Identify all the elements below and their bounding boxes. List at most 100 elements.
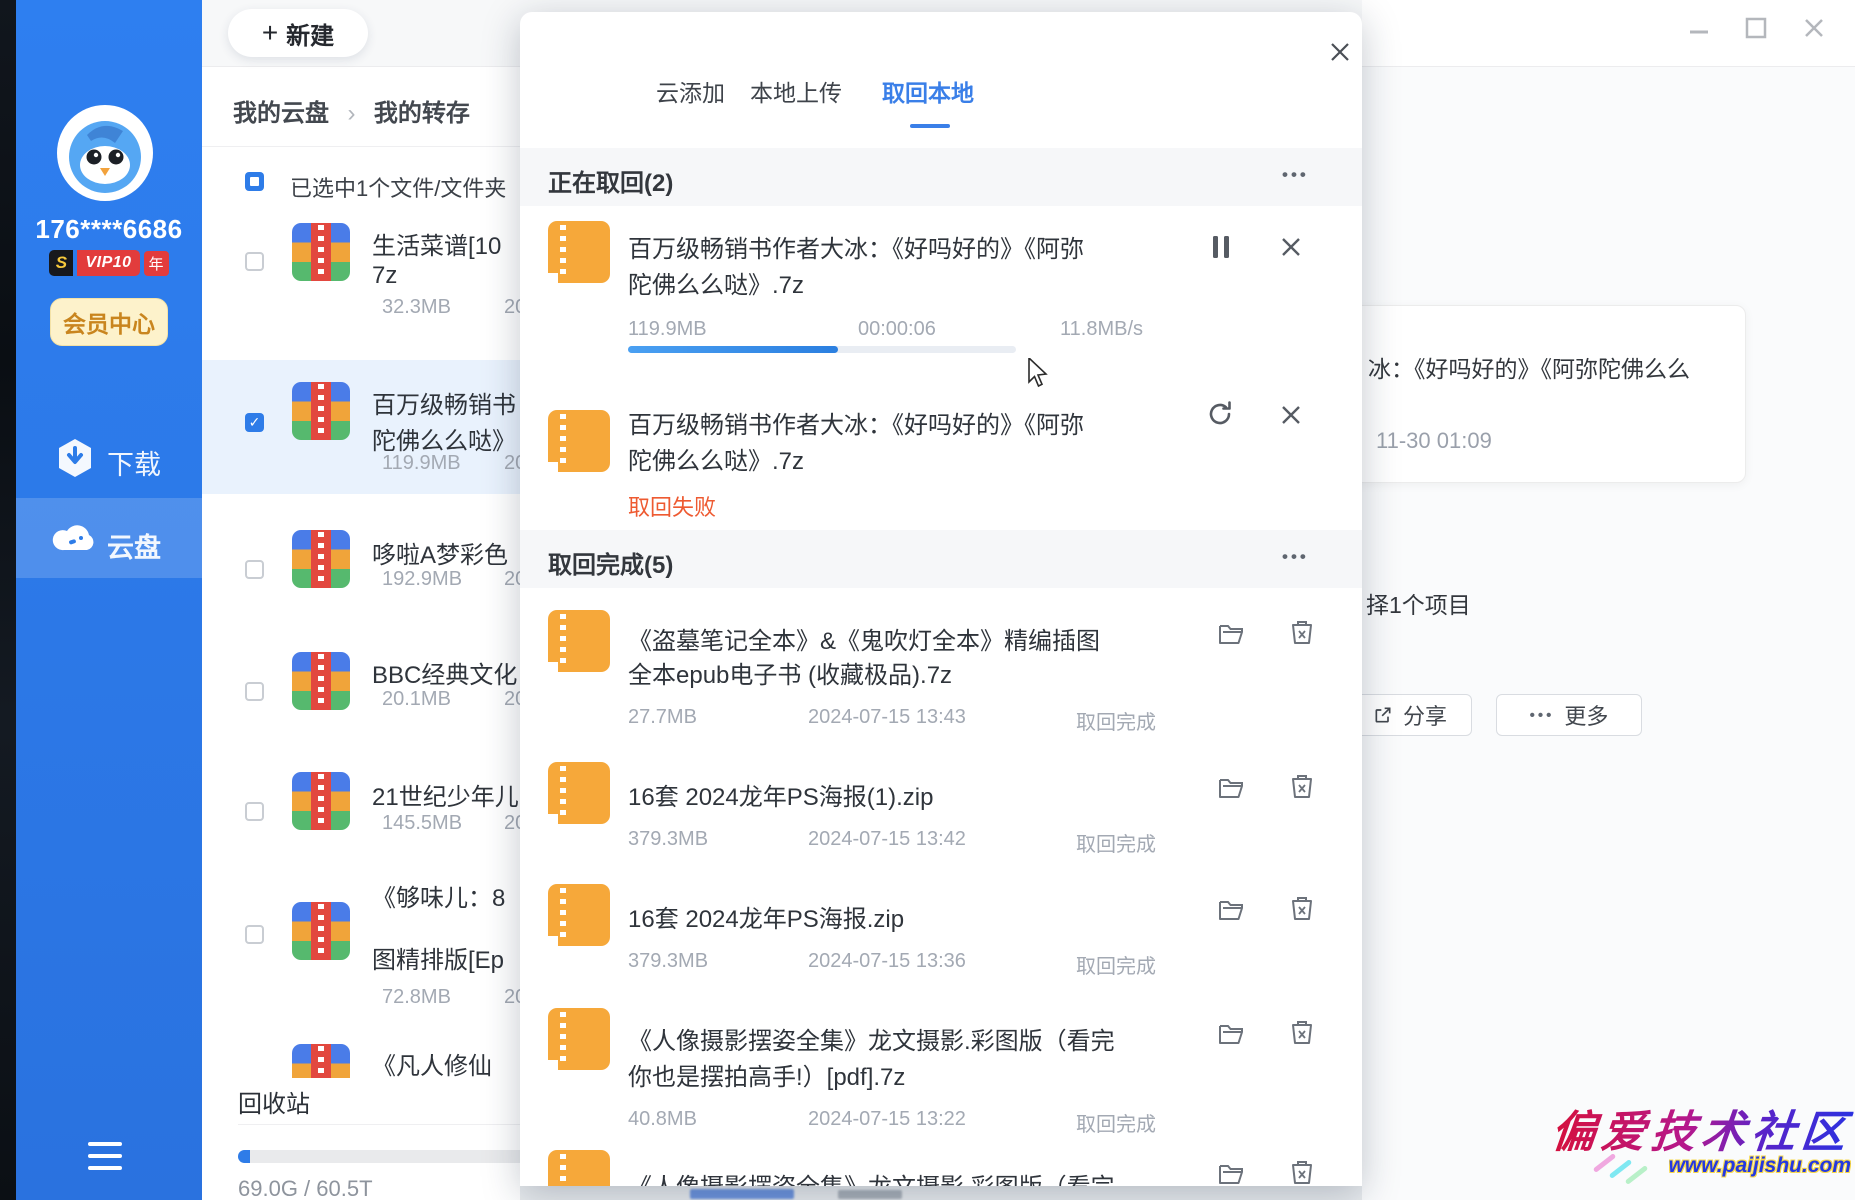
trash-icon bbox=[1290, 620, 1314, 646]
open-folder-button[interactable] bbox=[1218, 1162, 1244, 1186]
desktop-background bbox=[0, 0, 16, 1200]
section-completed-menu[interactable]: ••• bbox=[1282, 547, 1309, 567]
file-name[interactable]: 《够味儿：8 bbox=[372, 878, 505, 913]
retrieving-file-name: 百万级畅销书作者大冰：《好吗好的》《阿弥 bbox=[628, 229, 1218, 264]
zip-file-icon bbox=[292, 902, 350, 960]
file-name[interactable]: BBC经典文化 bbox=[372, 655, 517, 690]
tab-retrieve-local[interactable]: 取回本地 bbox=[882, 74, 974, 108]
retry-icon bbox=[1206, 400, 1234, 428]
file-size: 192.9MB bbox=[382, 568, 462, 591]
sidebar-item-download[interactable]: 下载 bbox=[107, 443, 161, 482]
row-checkbox[interactable] bbox=[245, 252, 264, 271]
sidebar-item-cloud[interactable]: 云盘 bbox=[107, 526, 161, 565]
completed-status: 取回完成 bbox=[1076, 706, 1156, 735]
zip-archive-icon bbox=[548, 1150, 610, 1186]
folder-open-icon bbox=[1218, 1162, 1244, 1186]
completed-file-name: 16套 2024龙年PS海报.zip bbox=[628, 899, 1208, 934]
progress-bar bbox=[628, 346, 1016, 353]
window-minimize-button[interactable] bbox=[1683, 14, 1715, 46]
vip-level: VIP10 bbox=[77, 250, 139, 276]
window-close-button[interactable] bbox=[1798, 12, 1830, 44]
row-checkbox[interactable] bbox=[245, 802, 264, 821]
progress-bar-fill bbox=[628, 346, 838, 353]
pause-button[interactable] bbox=[1210, 234, 1232, 260]
open-folder-button[interactable] bbox=[1218, 898, 1244, 922]
zip-file-icon bbox=[292, 530, 350, 588]
avatar[interactable] bbox=[57, 105, 153, 201]
selected-items-label: 择1个项目 bbox=[1366, 586, 1471, 620]
vip-badge: S VIP10 年 bbox=[16, 250, 202, 276]
zip-archive-icon bbox=[548, 884, 610, 946]
vip-year: 年 bbox=[144, 251, 169, 276]
retry-button[interactable] bbox=[1206, 400, 1234, 428]
section-downloading-menu[interactable]: ••• bbox=[1282, 165, 1309, 185]
retrieving-file-name: 陀佛么么哒》.7z bbox=[628, 441, 1218, 476]
tab-local-upload[interactable]: 本地上传 bbox=[750, 74, 842, 108]
recycle-bin-link[interactable]: 回收站 bbox=[238, 1084, 310, 1119]
select-all-checkbox[interactable] bbox=[245, 172, 264, 191]
maximize-icon bbox=[1743, 15, 1769, 41]
file-name[interactable]: 7z bbox=[372, 262, 397, 290]
delete-record-button[interactable] bbox=[1290, 774, 1314, 800]
share-button[interactable]: 分享 bbox=[1348, 694, 1472, 736]
zip-archive-icon bbox=[548, 610, 610, 672]
completed-size: 379.3MB bbox=[628, 950, 708, 973]
file-name[interactable]: 图精排版[Ep bbox=[372, 940, 504, 975]
hamburger-menu[interactable] bbox=[88, 1142, 122, 1170]
modal-close-button[interactable] bbox=[1326, 38, 1354, 66]
folder-open-icon bbox=[1218, 898, 1244, 922]
open-folder-button[interactable] bbox=[1218, 622, 1244, 646]
close-icon bbox=[1801, 15, 1827, 41]
completed-status: 取回完成 bbox=[1076, 828, 1156, 857]
completed-status: 取回完成 bbox=[1076, 1108, 1156, 1137]
bird-avatar-icon bbox=[57, 105, 153, 201]
completed-file-name: 《人像摄影摆姿全集》龙文摄影.彩图版（看完 bbox=[628, 1021, 1208, 1056]
retrieving-size: 119.9MB bbox=[628, 318, 707, 341]
row-checkbox[interactable] bbox=[245, 682, 264, 701]
delete-record-button[interactable] bbox=[1290, 896, 1314, 922]
close-icon bbox=[1280, 236, 1302, 258]
delete-record-button[interactable] bbox=[1290, 1160, 1314, 1186]
watermark: 偏爱技术社区 www.paijishu.com bbox=[1540, 1088, 1855, 1200]
cancel-retrieve-button[interactable] bbox=[1280, 404, 1302, 426]
breadcrumb: 我的云盘 › 我的转存 bbox=[233, 93, 470, 128]
pause-icon bbox=[1210, 234, 1232, 260]
trash-icon bbox=[1290, 1020, 1314, 1046]
zip-archive-icon bbox=[548, 1008, 610, 1070]
new-button[interactable]: + 新建 bbox=[228, 9, 368, 57]
close-icon bbox=[1328, 40, 1352, 64]
completed-size: 379.3MB bbox=[628, 828, 708, 851]
tab-cloud-add[interactable]: 云添加 bbox=[656, 74, 725, 108]
download-icon bbox=[57, 438, 93, 478]
cancel-retrieve-button[interactable] bbox=[1280, 236, 1302, 258]
username: 176****6686 bbox=[16, 214, 202, 245]
row-checkbox[interactable] bbox=[245, 560, 264, 579]
mouse-cursor bbox=[1028, 358, 1054, 388]
zip-file-icon bbox=[292, 652, 350, 710]
open-folder-button[interactable] bbox=[1218, 776, 1244, 800]
member-center-button[interactable]: 会员中心 bbox=[50, 298, 168, 346]
trash-icon bbox=[1290, 1160, 1314, 1186]
breadcrumb-current[interactable]: 我的转存 bbox=[374, 100, 470, 127]
file-name[interactable]: 《凡人修仙 bbox=[372, 1046, 492, 1081]
file-name[interactable]: 百万级畅销书 bbox=[372, 385, 516, 420]
retrieve-failed-status: 取回失败 bbox=[628, 490, 716, 522]
delete-record-button[interactable] bbox=[1290, 620, 1314, 646]
file-name[interactable]: 哆啦A梦彩色 bbox=[372, 535, 508, 570]
file-name[interactable]: 生活菜谱[10 bbox=[372, 226, 501, 261]
row-checkbox-checked[interactable]: ✓ bbox=[245, 413, 264, 432]
trash-icon bbox=[1290, 774, 1314, 800]
minimize-icon bbox=[1686, 17, 1712, 43]
more-dots-icon: ••• bbox=[1530, 707, 1555, 724]
more-button[interactable]: ••• 更多 bbox=[1496, 694, 1642, 736]
delete-record-button[interactable] bbox=[1290, 1020, 1314, 1046]
zip-file-icon bbox=[292, 223, 350, 281]
file-name[interactable]: 21世纪少年儿 bbox=[372, 777, 519, 812]
breadcrumb-root[interactable]: 我的云盘 bbox=[233, 100, 329, 127]
open-folder-button[interactable] bbox=[1218, 1022, 1244, 1046]
window-maximize-button[interactable] bbox=[1740, 12, 1772, 44]
file-name[interactable]: 陀佛么么哒》 bbox=[372, 421, 516, 456]
transfer-modal: 云添加 本地上传 取回本地 正在取回(2) ••• 百万级畅销书作者大冰：《好吗… bbox=[520, 12, 1362, 1186]
row-checkbox[interactable] bbox=[245, 925, 264, 944]
under-modal-strip bbox=[520, 1186, 1362, 1200]
